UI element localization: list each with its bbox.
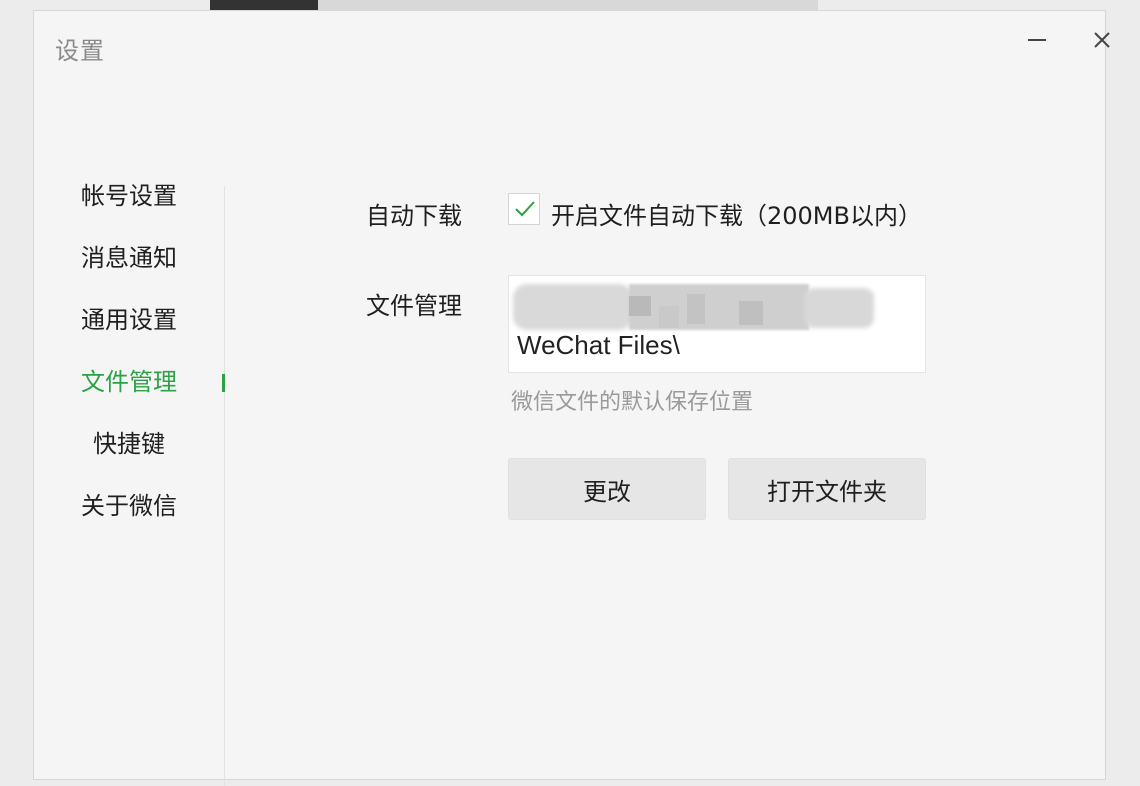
sidebar-divider xyxy=(224,186,225,786)
redacted-area xyxy=(739,301,763,325)
auto-download-text: 开启文件自动下载（200MB以内） xyxy=(551,202,922,230)
redacted-area xyxy=(629,284,809,330)
sidebar-item-account[interactable]: 帐号设置 xyxy=(34,176,224,216)
sidebar-item-file-management[interactable]: 文件管理 xyxy=(34,362,224,402)
sidebar-item-shortcuts[interactable]: 快捷键 xyxy=(34,424,224,464)
sidebar-item-notifications[interactable]: 消息通知 xyxy=(34,238,224,278)
redacted-area xyxy=(687,294,705,324)
change-path-button[interactable]: 更改 xyxy=(508,458,706,520)
save-path-text: WeChat Files\ xyxy=(517,330,680,360)
save-path-field: WeChat Files\ xyxy=(508,275,926,373)
check-icon xyxy=(515,201,535,217)
minimize-button[interactable] xyxy=(1019,25,1055,55)
close-icon xyxy=(1094,32,1110,48)
dialog-title: 设置 xyxy=(55,37,105,65)
redacted-area xyxy=(804,288,874,328)
settings-dialog: 设置 帐号设置 消息通知 通用设置 文件管理 快捷键 关于微信 自动下载 开启文… xyxy=(33,10,1110,786)
minimize-icon xyxy=(1028,39,1046,41)
redacted-area xyxy=(629,296,651,316)
sidebar-item-general[interactable]: 通用设置 xyxy=(34,300,224,340)
auto-download-checkbox[interactable] xyxy=(508,193,540,225)
sidebar-item-about[interactable]: 关于微信 xyxy=(34,486,224,526)
redacted-area xyxy=(659,306,679,328)
file-management-label: 文件管理 xyxy=(366,292,462,320)
open-folder-button[interactable]: 打开文件夹 xyxy=(728,458,926,520)
close-button[interactable] xyxy=(1084,25,1120,55)
save-path-hint: 微信文件的默认保存位置 xyxy=(511,390,754,415)
auto-download-label: 自动下载 xyxy=(366,202,462,230)
redacted-area xyxy=(513,284,633,330)
